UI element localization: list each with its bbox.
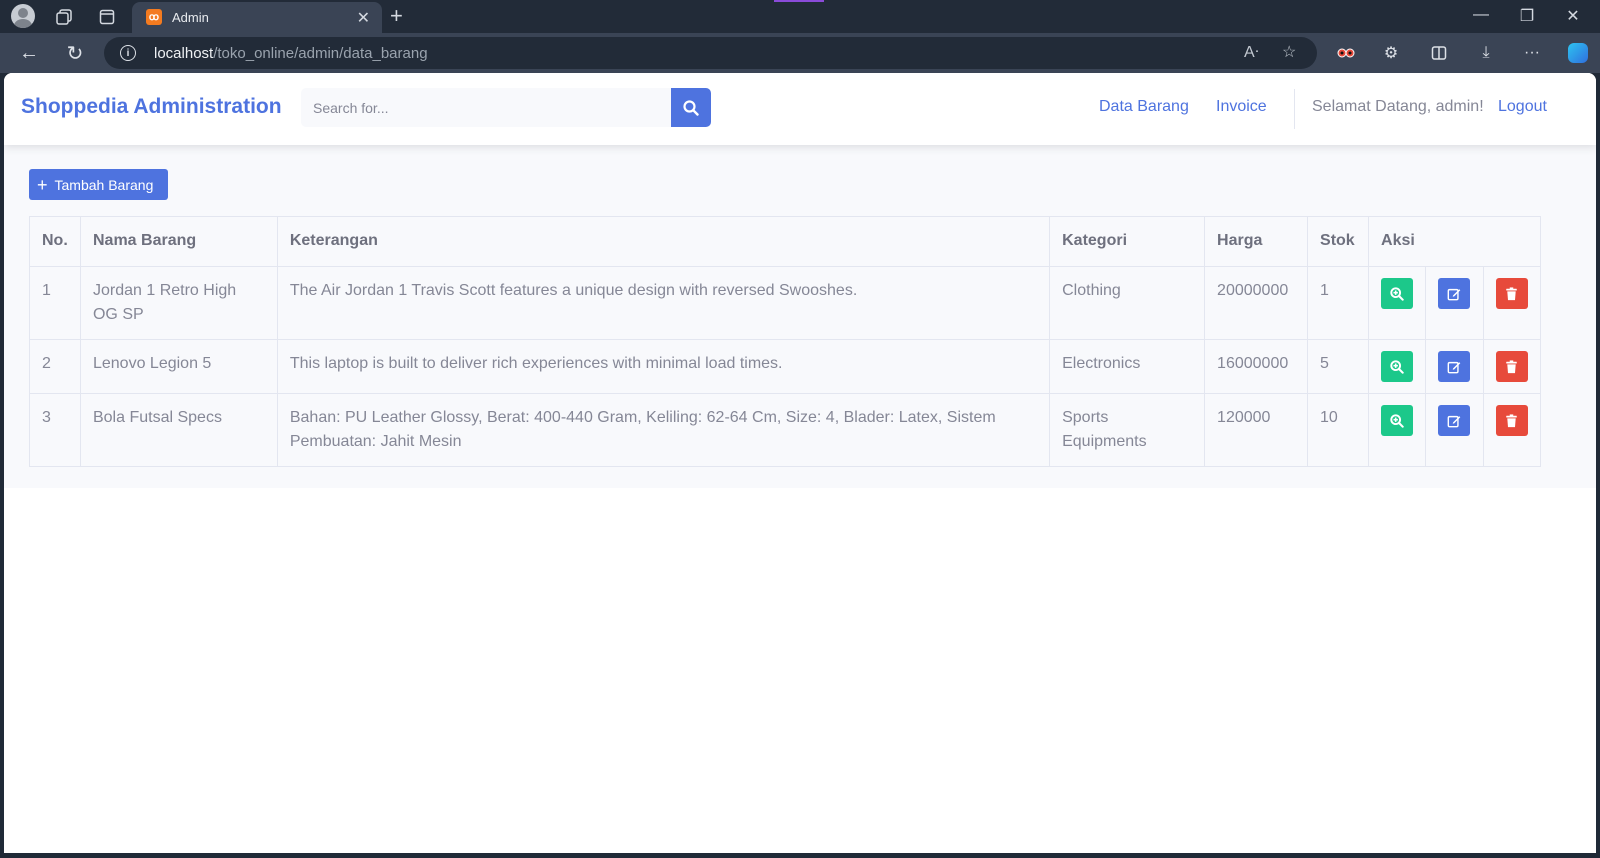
header-aksi: Aksi <box>1368 216 1541 267</box>
cell-no: 3 <box>29 393 81 467</box>
search-plus-icon <box>1390 413 1404 428</box>
favorite-star-icon[interactable]: ☆ <box>1282 42 1296 62</box>
search-button[interactable] <box>671 88 711 127</box>
cell-view <box>1368 393 1426 467</box>
profile-avatar-icon[interactable] <box>11 4 35 28</box>
table-header-row: No. Nama Barang Keterangan Kategori Harg… <box>29 216 1541 267</box>
edit-icon <box>1448 415 1461 427</box>
cell-no: 2 <box>29 339 81 394</box>
welcome-text: Selamat Datang, admin! <box>1312 98 1484 115</box>
cell-delete <box>1482 393 1542 467</box>
view-button[interactable] <box>1381 278 1413 309</box>
new-tab-icon[interactable]: + <box>390 3 403 29</box>
cell-edit <box>1424 339 1484 394</box>
cell-nama: Bola Futsal Specs <box>79 393 278 467</box>
table-row: 1 Jordan 1 Retro High OG SP The Air Jord… <box>29 266 1542 340</box>
cell-keterangan: The Air Jordan 1 Travis Scott features a… <box>276 266 1051 340</box>
nav-invoice[interactable]: Invoice <box>1216 98 1267 116</box>
cell-no: 1 <box>29 266 81 340</box>
cell-edit <box>1424 393 1484 467</box>
add-item-label: Tambah Barang <box>54 176 154 193</box>
tab-actions-icon[interactable] <box>95 5 119 29</box>
add-item-button[interactable]: + Tambah Barang <box>29 169 168 200</box>
edit-icon <box>1448 361 1461 373</box>
cell-edit <box>1424 266 1484 340</box>
edit-button[interactable] <box>1438 351 1471 382</box>
table-row: 2 Lenovo Legion 5 This laptop is built t… <box>29 339 1542 394</box>
extensions-puzzle-icon[interactable]: ⚙ <box>1379 41 1403 65</box>
plus-icon: + <box>37 174 48 195</box>
split-screen-icon[interactable] <box>1427 41 1451 65</box>
active-tab[interactable]: ꝏ Admin ✕ <box>132 2 382 33</box>
logout-link[interactable]: Logout <box>1498 98 1547 116</box>
cell-view <box>1368 339 1426 394</box>
header-harga: Harga <box>1204 216 1309 267</box>
brand-title[interactable]: Shoppedia Administration <box>21 95 282 119</box>
edit-button[interactable] <box>1438 278 1471 309</box>
cell-kategori: Clothing <box>1049 266 1206 340</box>
more-menu-icon[interactable]: ··· <box>1520 41 1544 65</box>
read-aloud-icon[interactable]: Aᐧ <box>1244 42 1259 62</box>
header-keterangan: Keterangan <box>276 216 1051 267</box>
delete-button[interactable] <box>1495 351 1528 382</box>
cell-stok: 1 <box>1307 266 1370 340</box>
delete-button[interactable] <box>1495 405 1528 436</box>
xampp-favicon-icon: ꝏ <box>146 9 162 25</box>
header-kategori: Kategori <box>1049 216 1206 267</box>
cell-harga: 16000000 <box>1204 339 1309 394</box>
edit-button[interactable] <box>1438 405 1471 436</box>
cell-nama: Jordan 1 Retro High OG SP <box>79 266 278 340</box>
browser-tab-bar: ꝏ Admin ✕ + — ❐ ✕ <box>0 0 1600 33</box>
topbar-divider <box>1294 89 1295 129</box>
view-button[interactable] <box>1381 351 1413 382</box>
search-plus-icon <box>1390 286 1404 301</box>
url-field[interactable]: i localhost/toko_online/admin/data_baran… <box>104 37 1317 69</box>
view-button[interactable] <box>1381 405 1413 436</box>
cell-stok: 10 <box>1307 393 1370 467</box>
url-text: localhost/toko_online/admin/data_barang <box>154 45 428 62</box>
accent-line <box>774 0 824 2</box>
header-nama-barang: Nama Barang <box>79 216 278 267</box>
header-no: No. <box>29 216 81 267</box>
cell-harga: 20000000 <box>1204 266 1309 340</box>
downloads-icon[interactable]: ⤓ <box>1474 41 1498 65</box>
cell-delete <box>1482 266 1542 340</box>
trash-icon <box>1506 286 1518 300</box>
cell-keterangan: This laptop is built to deliver rich exp… <box>276 339 1051 394</box>
restore-icon[interactable]: ❐ <box>1512 6 1542 26</box>
close-tab-icon[interactable]: ✕ <box>357 8 370 28</box>
trash-icon <box>1506 359 1518 373</box>
tab-title: Admin <box>172 10 209 25</box>
extension-glasses-icon[interactable] <box>1334 41 1358 65</box>
trash-icon <box>1506 413 1518 427</box>
delete-button[interactable] <box>1495 278 1528 309</box>
admin-topbar: Shoppedia Administration Data Barang Inv… <box>4 73 1596 145</box>
cell-view <box>1368 266 1426 340</box>
cell-kategori: Electronics <box>1049 339 1206 394</box>
cell-nama: Lenovo Legion 5 <box>79 339 278 394</box>
edit-icon <box>1448 288 1461 300</box>
search-plus-icon <box>1390 359 1404 374</box>
cell-stok: 5 <box>1307 339 1370 394</box>
nav-data-barang[interactable]: Data Barang <box>1099 98 1189 116</box>
table-row: 3 Bola Futsal Specs Bahan: PU Leather Gl… <box>29 393 1542 467</box>
header-stok: Stok <box>1307 216 1370 267</box>
cell-kategori: Sports Equipments <box>1049 393 1206 467</box>
site-info-icon[interactable]: i <box>120 45 136 61</box>
cell-keterangan: Bahan: PU Leather Glossy, Berat: 400-440… <box>276 393 1051 467</box>
copilot-icon[interactable] <box>1566 41 1590 65</box>
main-content: + Tambah Barang No. Nama Barang Keterang… <box>4 145 1596 488</box>
reload-icon[interactable]: ↻ <box>62 40 88 66</box>
search-input[interactable] <box>301 88 671 127</box>
items-table: No. Nama Barang Keterangan Kategori Harg… <box>29 216 1542 467</box>
close-window-icon[interactable]: ✕ <box>1558 6 1588 26</box>
browser-address-bar: ← ↻ i localhost/toko_online/admin/data_b… <box>0 33 1600 73</box>
back-icon[interactable]: ← <box>16 40 42 66</box>
search-icon <box>683 99 699 116</box>
cell-delete <box>1482 339 1542 394</box>
minimize-icon[interactable]: — <box>1466 6 1496 24</box>
cell-harga: 120000 <box>1204 393 1309 467</box>
web-page: Shoppedia Administration Data Barang Inv… <box>4 73 1596 853</box>
workspaces-icon[interactable] <box>52 5 76 29</box>
